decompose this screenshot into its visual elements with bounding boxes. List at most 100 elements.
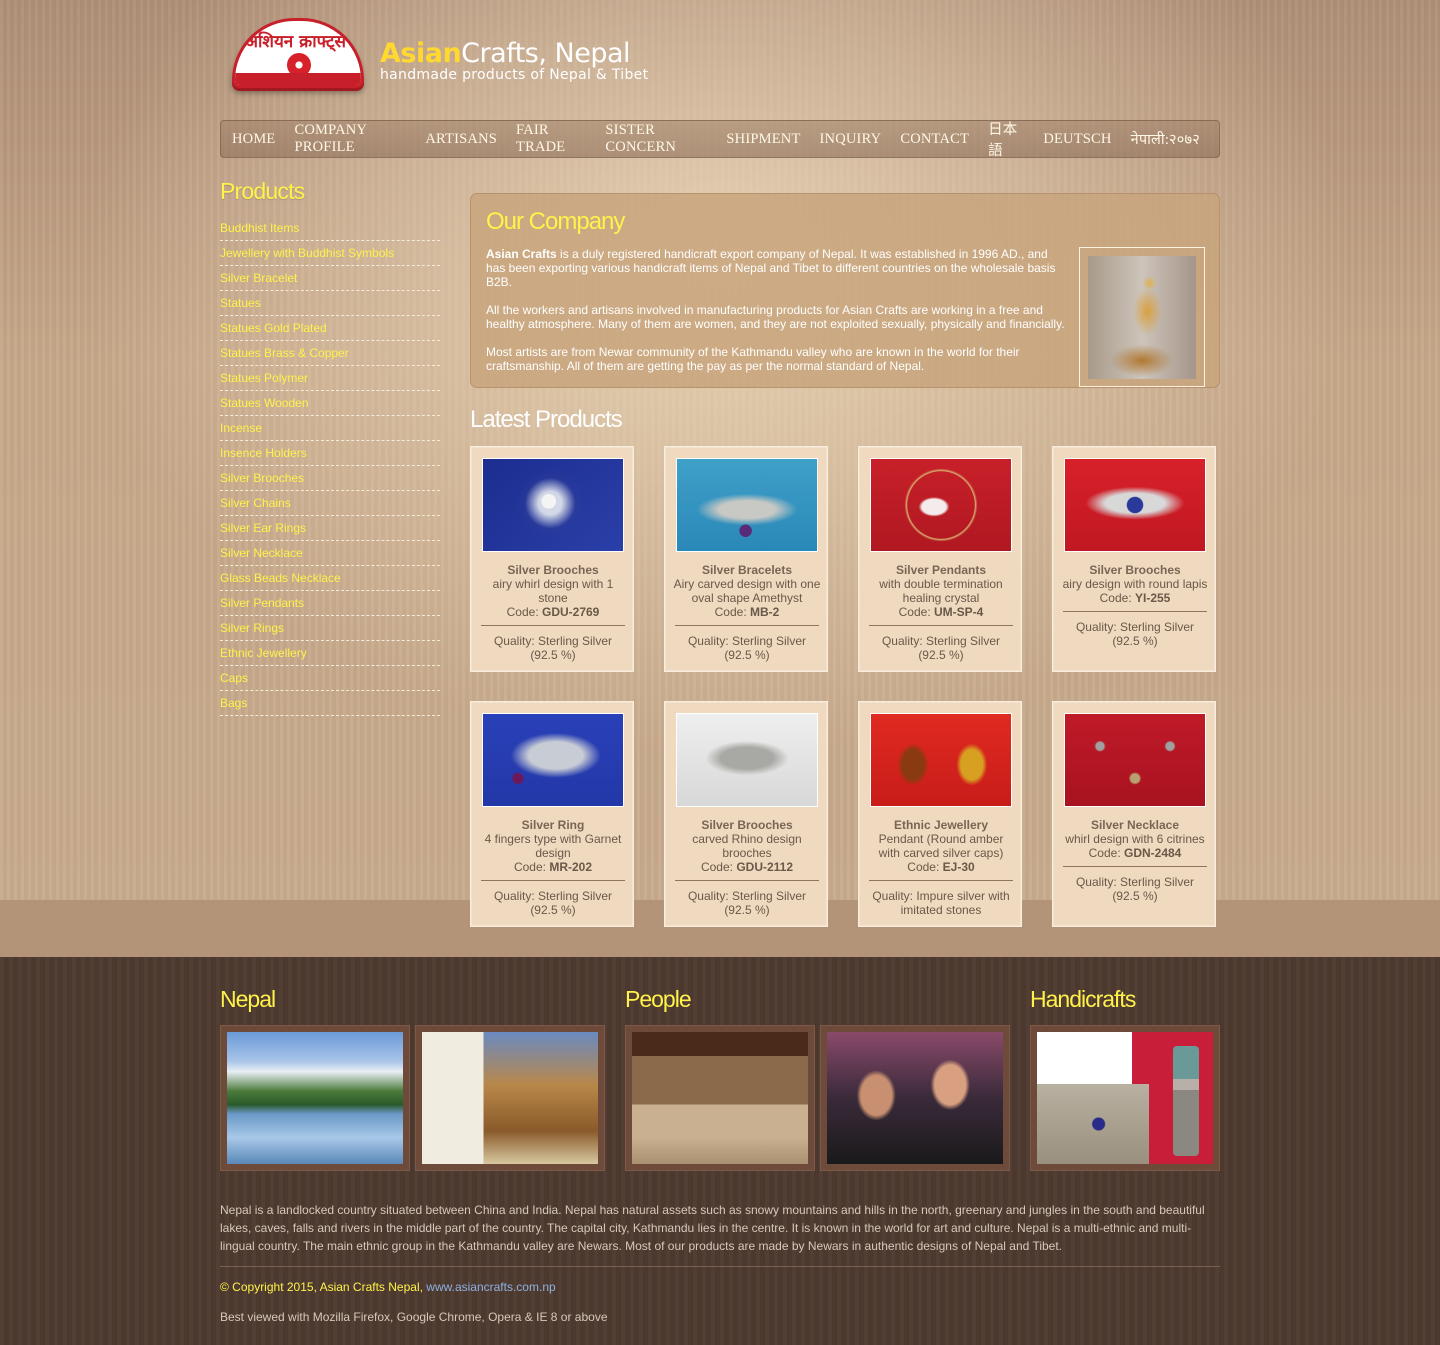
category-item[interactable]: Silver Chains [220,491,440,516]
company-paragraph-1: Asian Crafts is a duly registered handic… [486,247,1056,289]
nav-contact[interactable]: CONTACT [900,131,969,148]
nav-company-profile[interactable]: COMPANY PROFILE [295,122,407,156]
category-item[interactable]: Buddhist Items [220,216,440,241]
category-item[interactable]: Silver Ear Rings [220,516,440,541]
product-card[interactable]: Silver Ring 4 fingers type with Garnet d… [470,701,634,927]
category-item[interactable]: Silver Pendants [220,591,440,616]
product-info: Silver Necklace whirl design with 6 citr… [1061,818,1209,903]
company-paragraph-2: All the workers and artisans involved in… [486,303,1065,331]
product-card[interactable]: Silver Pendants with double termination … [858,446,1022,672]
statue-photo [1088,256,1196,379]
people-photo-frame[interactable] [820,1025,1010,1171]
nav-japanese[interactable]: 日本語 [988,118,1024,160]
product-quality: Quality: Sterling Silver (92.5 %) [881,634,1001,662]
product-description: carved Rhino design brooches [692,832,802,860]
logo-script: अशियन क्राफ्ट्स [245,32,346,52]
nav-shipment[interactable]: SHIPMENT [726,131,800,148]
nav-sister-concern[interactable]: SISTER CONCERN [605,122,707,156]
product-info: Silver Brooches airy whirl design with 1… [479,563,627,662]
product-code: Code: YI-255 [1099,591,1171,605]
logo-band [235,73,361,85]
product-card[interactable]: Silver Bracelets Airy carved design with… [664,446,828,672]
product-title[interactable]: Silver Brooches [673,818,821,832]
product-title[interactable]: Silver Ring [479,818,627,832]
divider [481,880,625,881]
product-image[interactable] [870,713,1012,807]
product-title[interactable]: Silver Brooches [479,563,627,577]
product-image[interactable] [482,713,624,807]
handicrafts-section-title: Handicrafts [1030,986,1136,1012]
people-section-title: People [625,986,692,1012]
product-title[interactable]: Silver Necklace [1061,818,1209,832]
nepal-photo-frame[interactable] [220,1025,410,1171]
nav-artisans[interactable]: ARTISANS [425,131,497,148]
product-quality: Quality: Sterling Silver (92.5 %) [493,634,613,662]
product-image[interactable] [1064,458,1206,552]
people-photo-frame[interactable] [625,1025,815,1171]
brand[interactable]: AsianCrafts, Nepal handmade products of … [380,38,648,83]
palace-photo[interactable] [422,1032,598,1164]
nav-nepali[interactable]: नेपाली:२०७२ [1131,129,1200,149]
nav-fair-trade[interactable]: FAIR TRADE [516,122,586,156]
product-card[interactable]: Silver Brooches airy design with round l… [1052,446,1216,672]
company-name: Asian Crafts [486,247,557,261]
product-title[interactable]: Silver Pendants [867,563,1015,577]
product-image[interactable] [870,458,1012,552]
product-info: Silver Ring 4 fingers type with Garnet d… [479,818,627,917]
category-item[interactable]: Jewellery with Buddhist Symbols [220,241,440,266]
nav-home[interactable]: HOME [232,131,276,148]
nepal-description: Nepal is a landlocked country situated b… [220,1203,1205,1253]
product-card[interactable]: Ethnic Jewellery Pendant (Round amber wi… [858,701,1022,927]
category-item[interactable]: Glass Beads Necklace [220,566,440,591]
category-item[interactable]: Silver Bracelet [220,266,440,291]
divider [675,625,819,626]
product-quality: Quality: Impure silver with imitated sto… [872,889,1010,917]
category-item[interactable]: Caps [220,666,440,691]
category-item[interactable]: Silver Rings [220,616,440,641]
website-link[interactable]: www.asiancrafts.com.np [426,1280,555,1294]
crafts-photo[interactable] [1037,1032,1213,1164]
nav-deutsch[interactable]: DEUTSCH [1043,131,1111,148]
product-info: Silver Brooches airy design with round l… [1061,563,1209,648]
logo[interactable]: अशियन क्राफ्ट्स [232,18,364,88]
product-description: 4 fingers type with Garnet design [484,832,622,860]
product-quality: Quality: Sterling Silver (92.5 %) [1075,875,1195,903]
category-item[interactable]: Incense [220,416,440,441]
category-item[interactable]: Ethnic Jewellery [220,641,440,666]
product-image[interactable] [482,458,624,552]
nav-inquiry[interactable]: INQUIRY [820,131,882,148]
category-item[interactable]: Statues [220,291,440,316]
lake-photo[interactable] [227,1032,403,1164]
product-card[interactable]: Silver Necklace whirl design with 6 citr… [1052,701,1216,927]
product-card[interactable]: Silver Brooches airy whirl design with 1… [470,446,634,672]
product-description: with double termination healing crystal [879,577,1003,605]
category-item[interactable]: Silver Brooches [220,466,440,491]
product-image[interactable] [1064,713,1206,807]
product-description: Airy carved design with one oval shape A… [673,577,821,605]
category-item[interactable]: Bags [220,691,440,716]
category-item[interactable]: Statues Wooden [220,391,440,416]
handicrafts-photo-frame[interactable] [1030,1025,1220,1171]
brand-name: AsianCrafts, Nepal [380,38,648,69]
product-title[interactable]: Ethnic Jewellery [867,818,1015,832]
temple-people-photo[interactable] [632,1032,808,1164]
product-code: Code: UM-SP-4 [898,605,984,619]
divider [869,625,1013,626]
category-item[interactable]: Insence Holders [220,441,440,466]
product-image[interactable] [676,458,818,552]
product-title[interactable]: Silver Bracelets [673,563,821,577]
brand-tagline: handmade products of Nepal & Tibet [380,67,649,83]
product-quality: Quality: Sterling Silver (92.5 %) [687,889,807,917]
latest-products-title: Latest Products [470,406,623,433]
women-photo[interactable] [827,1032,1003,1164]
product-card[interactable]: Silver Brooches carved Rhino design broo… [664,701,828,927]
category-item[interactable]: Statues Gold Plated [220,316,440,341]
product-title[interactable]: Silver Brooches [1061,563,1209,577]
nepal-photo-frame[interactable] [415,1025,605,1171]
category-item[interactable]: Silver Necklace [220,541,440,566]
product-image[interactable] [676,713,818,807]
category-item[interactable]: Statues Brass & Copper [220,341,440,366]
category-item[interactable]: Statues Polymer [220,366,440,391]
product-code: Code: MB-2 [714,605,780,619]
product-info: Ethnic Jewellery Pendant (Round amber wi… [867,818,1015,917]
